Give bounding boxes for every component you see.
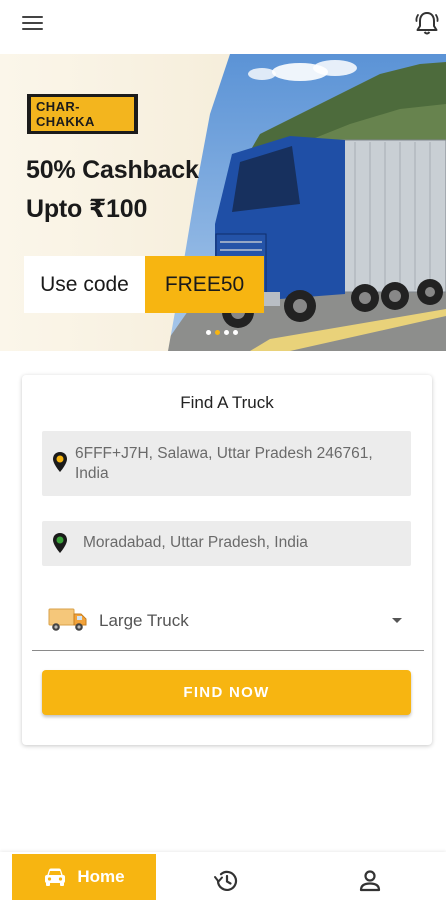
nav-home-label: Home <box>77 867 125 886</box>
truck-type-select[interactable]: Large Truck <box>32 597 424 651</box>
car-icon <box>45 868 66 886</box>
drop-location-field[interactable]: Moradabad, Uttar Pradesh, India <box>42 521 411 566</box>
promo-code-value: FREE50 <box>145 256 264 313</box>
carousel-dot[interactable] <box>215 330 220 335</box>
carousel-indicator <box>206 330 238 335</box>
carousel-dot[interactable] <box>206 330 211 335</box>
carousel-dot[interactable] <box>224 330 229 335</box>
find-truck-card: Find A Truck 6FFF+J7H, Salawa, Uttar Pra… <box>22 375 432 745</box>
nav-profile[interactable] <box>355 866 385 896</box>
drop-pin-icon <box>53 533 67 553</box>
card-title: Find A Truck <box>180 393 274 412</box>
drop-location-text: Moradabad, Uttar Pradesh, India <box>83 534 308 551</box>
bell-icon[interactable] <box>410 6 444 40</box>
nav-history[interactable] <box>211 866 241 896</box>
pickup-location-field[interactable]: 6FFF+J7H, Salawa, Uttar Pradesh 246761, … <box>42 431 411 496</box>
app-bar <box>0 0 446 48</box>
promo-headline: 50% Cashback <box>26 156 199 184</box>
find-now-button[interactable]: FIND NOW <box>42 670 411 715</box>
carousel-dot[interactable] <box>233 330 238 335</box>
profile-icon <box>359 870 381 892</box>
nav-home[interactable]: Home <box>12 854 156 900</box>
pickup-location-text: 6FFF+J7H, Salawa, Uttar Pradesh 246761, … <box>75 445 373 482</box>
truck-icon <box>48 608 87 631</box>
truck-type-value: Large Truck <box>99 611 189 630</box>
promo-banner[interactable]: CHAR-CHAKKA 50% Cashback Upto ₹100 Use c… <box>0 54 446 351</box>
brand-logo: CHAR-CHAKKA <box>27 94 138 134</box>
brand-logo-text: CHAR-CHAKKA <box>30 95 135 133</box>
chevron-down-icon <box>392 618 402 623</box>
pickup-pin-icon <box>53 452 67 472</box>
promo-subheadline: Upto ₹100 <box>26 195 148 223</box>
promo-code-box: Use code FREE50 <box>24 256 264 313</box>
bottom-navigation: Home <box>0 852 446 900</box>
hamburger-menu-icon[interactable] <box>14 10 50 38</box>
promo-code-label: Use code <box>24 256 145 313</box>
history-icon <box>214 870 238 891</box>
